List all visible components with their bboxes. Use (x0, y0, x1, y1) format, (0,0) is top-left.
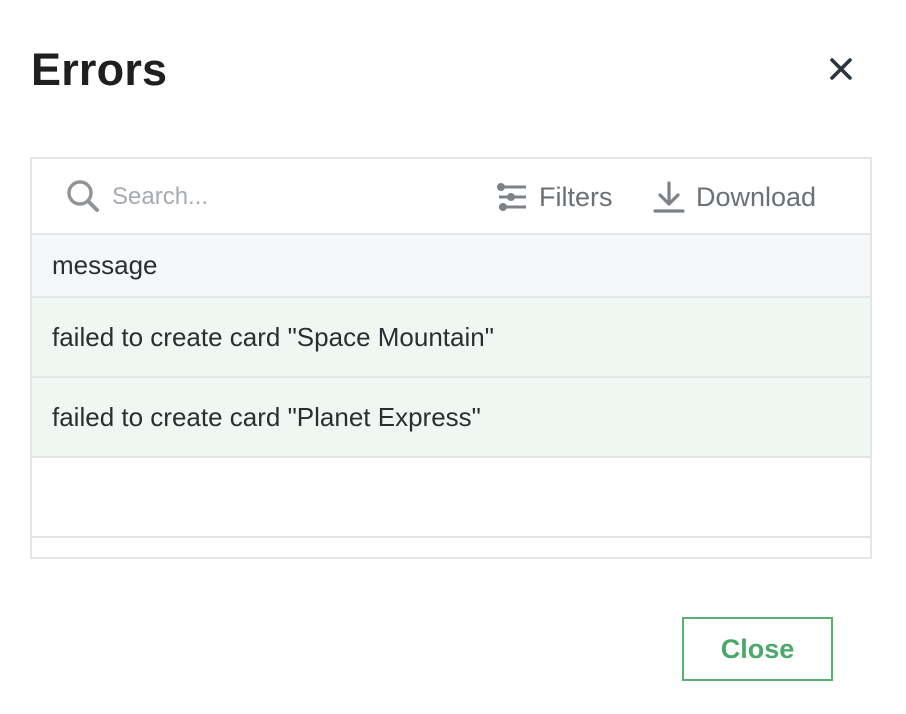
download-icon (652, 180, 686, 214)
table-row[interactable]: failed to create card "Planet Express" (32, 378, 870, 458)
errors-modal: Errors Search... Filters Download messag… (0, 0, 906, 714)
close-x-icon[interactable] (822, 50, 860, 88)
filters-label: Filters (539, 181, 613, 212)
table-row[interactable]: failed to create card "Space Mountain" (32, 298, 870, 378)
table-row-empty (32, 458, 870, 538)
sliders-icon (495, 180, 529, 214)
filters-button[interactable]: Filters (495, 177, 613, 217)
download-label: Download (696, 181, 817, 212)
table-cell-message: failed to create card "Space Mountain" (52, 321, 494, 352)
download-button[interactable]: Download (652, 177, 816, 217)
modal-title: Errors (31, 44, 168, 95)
close-button[interactable]: Close (682, 617, 833, 681)
column-header-label: message (52, 250, 158, 280)
table-toolbar: Filters Download (32, 159, 870, 235)
search-icon (66, 179, 100, 213)
column-header-message[interactable]: message (32, 235, 870, 298)
errors-table: Filters Download message failed to creat… (30, 157, 872, 559)
search-input[interactable] (112, 179, 412, 215)
table-cell-message: failed to create card "Planet Express" (52, 401, 481, 432)
